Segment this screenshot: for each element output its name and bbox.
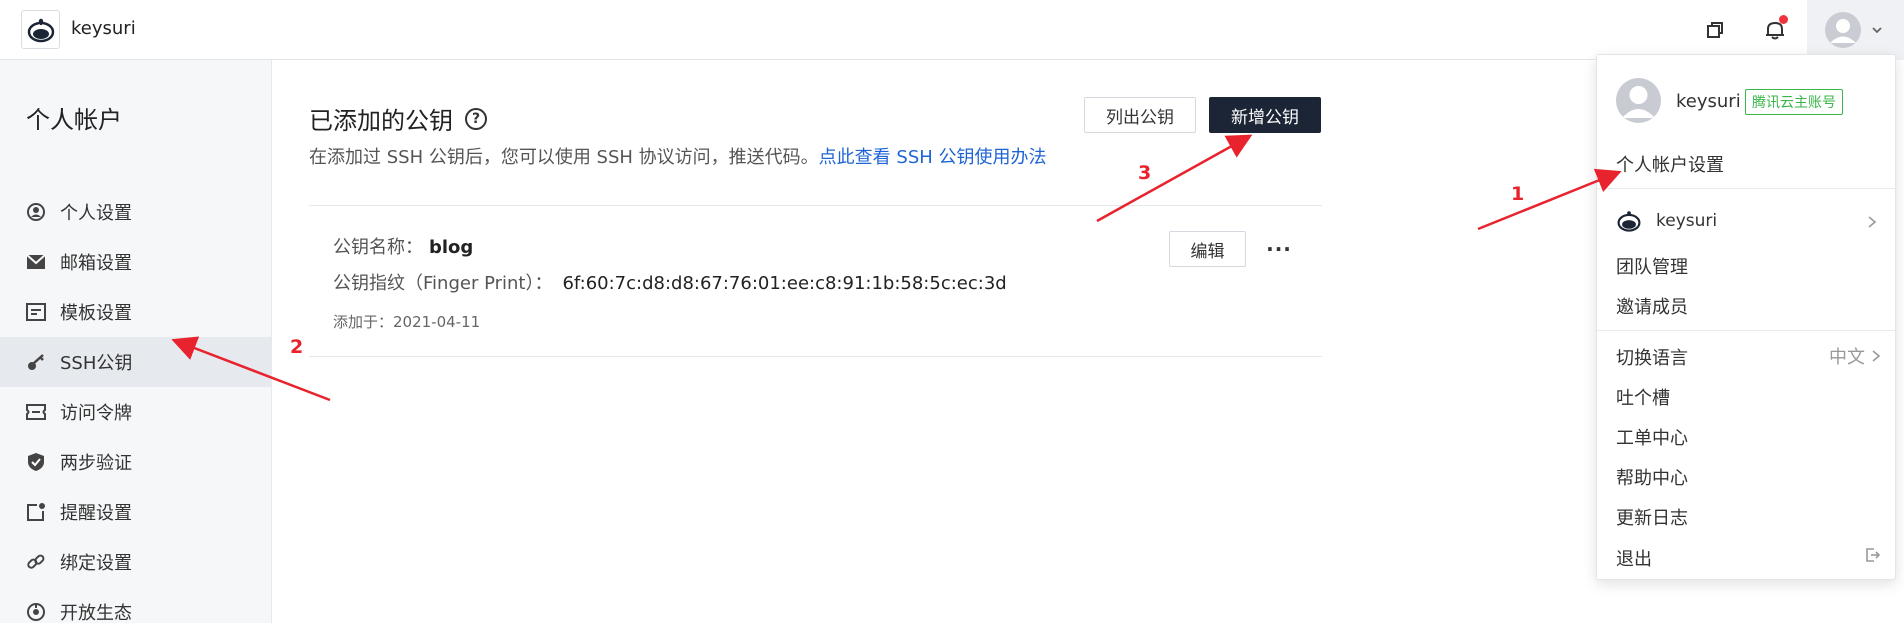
sidebar-title: 个人帐户 <box>26 106 122 134</box>
key-added-date: 添加于：2021-04-11 <box>333 313 481 331</box>
top-bar: keysuri <box>0 0 1904 60</box>
divider <box>309 205 1322 206</box>
divider <box>309 356 1322 357</box>
brand-name[interactable]: keysuri <box>71 18 136 39</box>
sidebar-item-label: 开放生态 <box>60 603 132 623</box>
key-icon <box>26 352 46 372</box>
page-title: 已添加的公钥 ? <box>309 101 487 136</box>
reminder-icon <box>26 502 46 522</box>
annotation-number-2: 2 <box>290 336 304 358</box>
sidebar-item-label: SSH公钥 <box>60 353 133 374</box>
team-switch-item[interactable]: keysuri <box>1616 208 1878 234</box>
key-fingerprint-value: 6f:60:7c:d8:d8:67:76:01:ee:c8:91:1b:58:5… <box>562 273 1007 294</box>
avatar-icon <box>1622 86 1655 118</box>
template-icon <box>26 302 46 322</box>
page-title-text: 已添加的公钥 <box>309 107 453 135</box>
team-name: keysuri <box>1656 211 1718 231</box>
ecosystem-icon <box>26 602 46 622</box>
key-name-row: 公钥名称： blog <box>333 233 473 259</box>
ticket-icon <box>26 402 46 422</box>
sidebar-item-label: 个人设置 <box>60 203 132 224</box>
changelog-item[interactable]: 更新日志 <box>1616 504 1688 530</box>
sidebar-item-two-factor[interactable]: 两步验证 <box>0 437 271 487</box>
more-options-icon[interactable]: ··· <box>1266 236 1292 262</box>
annotation-number-3: 3 <box>1138 162 1152 184</box>
dropdown-username: keysuri <box>1676 91 1741 112</box>
logo-icon <box>27 18 54 42</box>
sidebar-item-label: 模板设置 <box>60 303 132 324</box>
sidebar-item-label: 邮箱设置 <box>60 253 132 274</box>
user-dropdown-menu: keysuri 腾讯云主账号 个人帐户设置 keysuri 团队管理 邀请成员 … <box>1596 54 1896 580</box>
add-key-button[interactable]: 新增公钥 <box>1209 97 1321 133</box>
dropdown-avatar <box>1616 78 1661 123</box>
list-keys-button[interactable]: 列出公钥 <box>1084 97 1196 133</box>
help-center-item[interactable]: 帮助中心 <box>1616 464 1688 490</box>
avatar-icon <box>1825 12 1861 48</box>
account-type-badge: 腾讯云主账号 <box>1745 89 1843 115</box>
annotation-arrow-3 <box>1096 134 1253 223</box>
sidebar-item-ecosystem[interactable]: 开放生态 <box>0 587 271 623</box>
shield-check-icon <box>26 452 46 472</box>
account-settings-item[interactable]: 个人帐户设置 <box>1616 151 1724 177</box>
sidebar-item-email[interactable]: 邮箱设置 <box>0 237 271 287</box>
team-logo[interactable] <box>21 10 60 49</box>
link-icon <box>26 552 46 572</box>
chevron-right-icon <box>1872 350 1881 362</box>
notification-dot <box>1779 15 1788 24</box>
switch-language-item[interactable]: 切换语言 <box>1616 344 1688 370</box>
language-value: 中文 <box>1829 347 1865 368</box>
key-fingerprint-row: 公钥指纹（Finger Print）： 6f:60:7c:d8:d8:67:76:… <box>333 269 1007 295</box>
sidebar-item-label: 访问令牌 <box>60 403 132 424</box>
divider <box>1597 330 1895 331</box>
chevron-right-icon <box>1868 216 1877 228</box>
user-menu-trigger[interactable] <box>1807 0 1904 60</box>
chevron-down-icon <box>1872 27 1882 34</box>
page-description: 在添加过 SSH 公钥后，您可以使用 SSH 协议访问，推送代码。点此查看 SS… <box>309 143 1047 169</box>
sidebar-item-access-tokens[interactable]: 访问令牌 <box>0 387 271 437</box>
sidebar-item-label: 提醒设置 <box>60 503 132 524</box>
key-name-label: 公钥名称： <box>333 237 423 258</box>
envelope-icon <box>26 252 46 272</box>
team-logo-icon <box>1617 211 1641 232</box>
team-manage-item[interactable]: 团队管理 <box>1616 253 1688 279</box>
language-value-wrap: 中文 <box>1829 343 1881 369</box>
sidebar-item-reminders[interactable]: 提醒设置 <box>0 487 271 537</box>
sidebar-item-label: 绑定设置 <box>60 553 132 574</box>
sidebar-item-templates[interactable]: 模板设置 <box>0 287 271 337</box>
ticket-center-item[interactable]: 工单中心 <box>1616 424 1688 450</box>
sidebar-item-bindings[interactable]: 绑定设置 <box>0 537 271 587</box>
sidebar-item-ssh-keys[interactable]: SSH公钥 <box>0 337 271 387</box>
sidebar-item-label: 两步验证 <box>60 453 132 474</box>
help-icon[interactable]: ? <box>465 107 487 130</box>
key-name-value: blog <box>429 237 474 258</box>
window-icon[interactable] <box>1702 17 1728 43</box>
annotation-number-1: 1 <box>1511 183 1525 205</box>
description-text: 在添加过 SSH 公钥后，您可以使用 SSH 协议访问，推送代码。 <box>309 147 819 168</box>
feedback-item[interactable]: 吐个槽 <box>1616 384 1670 410</box>
ssh-help-link[interactable]: 点此查看 SSH 公钥使用办法 <box>819 147 1047 168</box>
bell-icon[interactable] <box>1762 15 1788 43</box>
key-fingerprint-label: 公钥指纹（Finger Print）： <box>333 273 553 294</box>
divider <box>1597 188 1895 189</box>
sidebar: 个人帐户 个人设置 邮箱设置 模板设置 SSH公钥 访问令牌 两步验证 提醒设置… <box>0 60 272 623</box>
sidebar-item-profile[interactable]: 个人设置 <box>0 187 271 237</box>
logout-item[interactable]: 退出 <box>1616 545 1652 571</box>
logout-icon <box>1866 548 1881 562</box>
edit-key-button[interactable]: 编辑 <box>1169 231 1246 267</box>
user-circle-icon <box>26 202 46 222</box>
invite-members-item[interactable]: 邀请成员 <box>1616 293 1688 319</box>
